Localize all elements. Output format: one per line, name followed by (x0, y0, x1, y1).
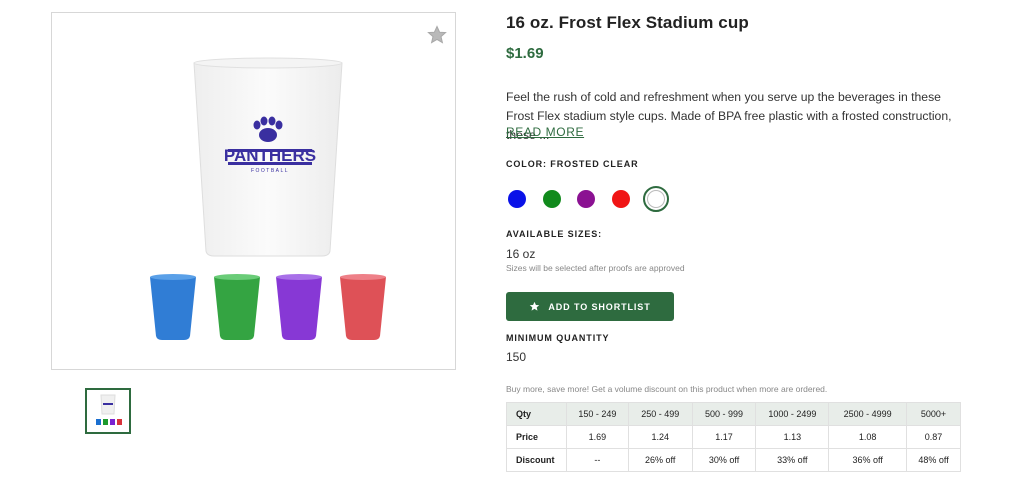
product-title: 16 oz. Frost Flex Stadium cup (506, 13, 749, 32)
swatch-green[interactable] (543, 190, 561, 208)
price-cell: 1.13 (755, 425, 830, 449)
shortlist-label: ADD TO SHORTLIST (548, 301, 651, 312)
small-blue-cup (150, 274, 196, 340)
pricing-header-row: Qty 150 - 249 250 - 499 500 - 999 1000 -… (506, 402, 961, 426)
header-tier: 250 - 499 (627, 402, 693, 426)
discount-cell: 33% off (755, 448, 830, 472)
product-thumbnail[interactable] (85, 388, 131, 434)
swatch-red[interactable] (612, 190, 630, 208)
read-more-link[interactable]: READ MORE (506, 125, 584, 139)
header-tier: 5000+ (906, 402, 961, 426)
small-red-cup (340, 274, 386, 340)
discount-cell: 36% off (828, 448, 908, 472)
volume-discount-note: Buy more, save more! Get a volume discou… (506, 384, 828, 394)
swatch-blue[interactable] (508, 190, 526, 208)
discount-cell: -- (565, 448, 629, 472)
color-swatches (506, 186, 676, 212)
price-row-label: Price (506, 425, 567, 449)
star-icon (530, 301, 540, 311)
thumbnail-image (96, 394, 122, 425)
cup-logo-subtext: FOOTBALL (251, 168, 289, 174)
header-tier: 2500 - 4999 (828, 402, 908, 426)
discount-row: Discount -- 26% off 30% off 33% off 36% … (506, 448, 961, 472)
add-to-shortlist-button[interactable]: ADD TO SHORTLIST (506, 292, 674, 321)
small-purple-cup (276, 274, 322, 340)
header-qty: Qty (506, 402, 567, 426)
pricing-table: Qty 150 - 249 250 - 499 500 - 999 1000 -… (506, 402, 961, 472)
header-tier: 150 - 249 (565, 402, 629, 426)
price-cell: 1.17 (691, 425, 757, 449)
price-cell: 0.87 (906, 425, 961, 449)
header-tier: 500 - 999 (691, 402, 757, 426)
price-cell: 1.08 (828, 425, 908, 449)
minimum-quantity-label: MINIMUM QUANTITY (506, 333, 610, 343)
favorite-star-icon[interactable] (427, 25, 447, 45)
size-value: 16 oz (506, 247, 536, 261)
cup-logo-text: PANTHERS (224, 146, 316, 165)
product-image-gallery: PANTHERS FOOTBALL (51, 12, 456, 370)
discount-row-label: Discount (506, 448, 567, 472)
product-price: $1.69 (506, 45, 544, 62)
price-cell: 1.24 (627, 425, 693, 449)
price-cell: 1.69 (565, 425, 629, 449)
discount-cell: 48% off (906, 448, 961, 472)
minimum-quantity-value: 150 (506, 350, 527, 364)
product-main-image: PANTHERS FOOTBALL (150, 57, 386, 340)
swatch-purple[interactable] (577, 190, 595, 208)
discount-cell: 26% off (627, 448, 693, 472)
header-tier: 1000 - 2499 (755, 402, 830, 426)
sizes-label: AVAILABLE SIZES: (506, 229, 603, 239)
small-green-cup (214, 274, 260, 340)
price-row: Price 1.69 1.24 1.17 1.13 1.08 0.87 (506, 425, 961, 449)
color-label: COLOR: FROSTED CLEAR (506, 159, 639, 169)
size-note: Sizes will be selected after proofs are … (506, 263, 685, 273)
discount-cell: 30% off (691, 448, 757, 472)
swatch-frosted-clear[interactable] (643, 186, 669, 212)
